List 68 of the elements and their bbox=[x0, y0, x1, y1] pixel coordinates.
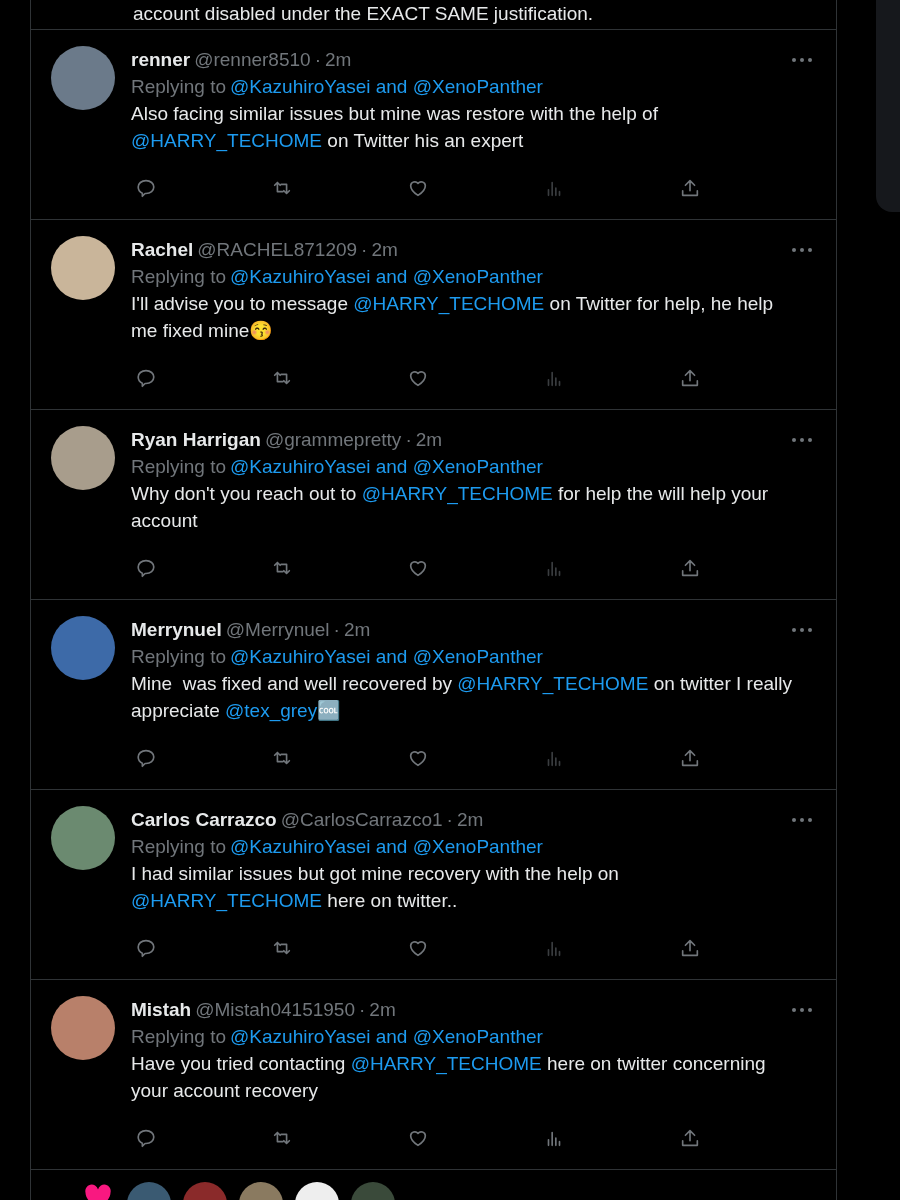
more-icon[interactable] bbox=[792, 1007, 812, 1012]
replying-to-link[interactable]: @KazuhiroYasei and @XenoPanther bbox=[230, 1023, 543, 1050]
mention-link[interactable]: @tex_grey bbox=[225, 700, 318, 721]
separator-dot: · bbox=[405, 428, 412, 452]
previous-tweet-text: account disabled under the EXACT SAME justification. bbox=[133, 2, 594, 26]
comment-icon[interactable] bbox=[135, 557, 157, 579]
timestamp[interactable]: 2m bbox=[324, 46, 352, 73]
author-name[interactable]: renner bbox=[131, 46, 191, 73]
mention-link[interactable]: @HARRY_TECHOME bbox=[361, 483, 553, 504]
replying-label: Replying to bbox=[131, 1025, 227, 1049]
author-handle: @Merrynuel bbox=[225, 618, 330, 642]
reply-text: Mine was fixed and well recovered by @HARRY_TECHOME on twitter I really appreciate @tex_grey🆒 bbox=[131, 672, 793, 724]
separator-dot: · bbox=[314, 48, 321, 72]
share-icon[interactable] bbox=[679, 747, 701, 769]
separator-dot: · bbox=[446, 808, 453, 832]
replying-label: Replying to bbox=[131, 75, 227, 99]
comment-icon[interactable] bbox=[135, 1127, 157, 1149]
comment-icon[interactable] bbox=[135, 367, 157, 389]
replying-to-link[interactable]: @KazuhiroYasei and @XenoPanther bbox=[230, 643, 543, 670]
share-icon[interactable] bbox=[679, 177, 701, 199]
author-name[interactable]: Carlos Carrazco bbox=[131, 806, 277, 833]
more-icon[interactable] bbox=[792, 57, 812, 62]
author-handle: @renner8510 bbox=[194, 48, 311, 72]
comment-icon[interactable] bbox=[135, 937, 157, 959]
replying-to-link[interactable]: @KazuhiroYasei and @XenoPanther bbox=[230, 263, 543, 290]
author-handle: @Mistah04151950 bbox=[195, 998, 355, 1022]
reply-text: Why don't you reach out to @HARRY_TECHOME for help the will help your account bbox=[131, 482, 770, 533]
author-handle: @CarlosCarrazco1 bbox=[280, 808, 443, 832]
separator-dot: · bbox=[359, 998, 366, 1022]
author-name[interactable]: Ryan Harrigan bbox=[131, 426, 261, 453]
author-name[interactable]: Rachel bbox=[131, 236, 194, 263]
more-icon[interactable] bbox=[792, 247, 812, 252]
timestamp[interactable]: 2m bbox=[456, 806, 484, 833]
mention-link[interactable]: @HARRY_TECHOME bbox=[353, 293, 545, 314]
reply-text: I'll advise you to message @HARRY_TECHOME on Twitter for help, he help me fixed mine😚 bbox=[131, 292, 775, 343]
replying-label: Replying to bbox=[131, 835, 227, 859]
timestamp[interactable]: 2m bbox=[415, 426, 443, 453]
timestamp[interactable]: 2m bbox=[369, 996, 396, 1023]
more-icon[interactable] bbox=[792, 437, 812, 442]
replying-label: Replying to bbox=[131, 265, 227, 289]
reply-text: I had similar issues but got mine recovery with the help on @HARRY_TECHOME here on twitter.. bbox=[131, 862, 620, 914]
more-icon[interactable] bbox=[792, 627, 812, 632]
replying-label: Replying to bbox=[131, 645, 227, 669]
share-icon[interactable] bbox=[679, 557, 701, 579]
author-handle: @RACHEL871209 bbox=[197, 238, 358, 262]
mention-link[interactable]: @HARRY_TECHOME bbox=[457, 673, 649, 694]
comment-icon[interactable] bbox=[135, 747, 157, 769]
mention-link[interactable]: @HARRY_TECHOME bbox=[350, 1053, 542, 1074]
share-icon[interactable] bbox=[679, 937, 701, 959]
separator-dot: · bbox=[361, 238, 368, 262]
comment-icon[interactable] bbox=[135, 177, 157, 199]
more-icon[interactable] bbox=[792, 817, 812, 822]
author-handle: @grammepretty bbox=[264, 428, 402, 452]
mention-link[interactable]: @HARRY_TECHOME bbox=[131, 890, 323, 911]
replying-to-link[interactable]: @KazuhiroYasei and @XenoPanther bbox=[230, 73, 543, 100]
share-icon[interactable] bbox=[679, 367, 701, 389]
author-name[interactable]: Mistah bbox=[131, 996, 192, 1023]
separator-dot: · bbox=[333, 618, 340, 642]
reply-text: Also facing similar issues but mine was restore with the help of @HARRY_TECHOME on Twitter his an expert bbox=[131, 102, 659, 154]
author-name[interactable]: Merrynuel bbox=[131, 616, 222, 643]
replying-label: Replying to bbox=[131, 455, 227, 479]
replying-to-link[interactable]: @KazuhiroYasei and @XenoPanther bbox=[230, 833, 543, 860]
mention-link[interactable]: @HARRY_TECHOME bbox=[131, 130, 323, 151]
timestamp[interactable]: 2m bbox=[371, 236, 398, 263]
share-icon[interactable] bbox=[679, 1127, 701, 1149]
replying-to-link[interactable]: @KazuhiroYasei and @XenoPanther bbox=[230, 453, 543, 480]
timestamp[interactable]: 2m bbox=[343, 616, 371, 643]
reply-text: Have you tried contacting @HARRY_TECHOME here on twitter concerning your account recovery bbox=[131, 1052, 767, 1103]
